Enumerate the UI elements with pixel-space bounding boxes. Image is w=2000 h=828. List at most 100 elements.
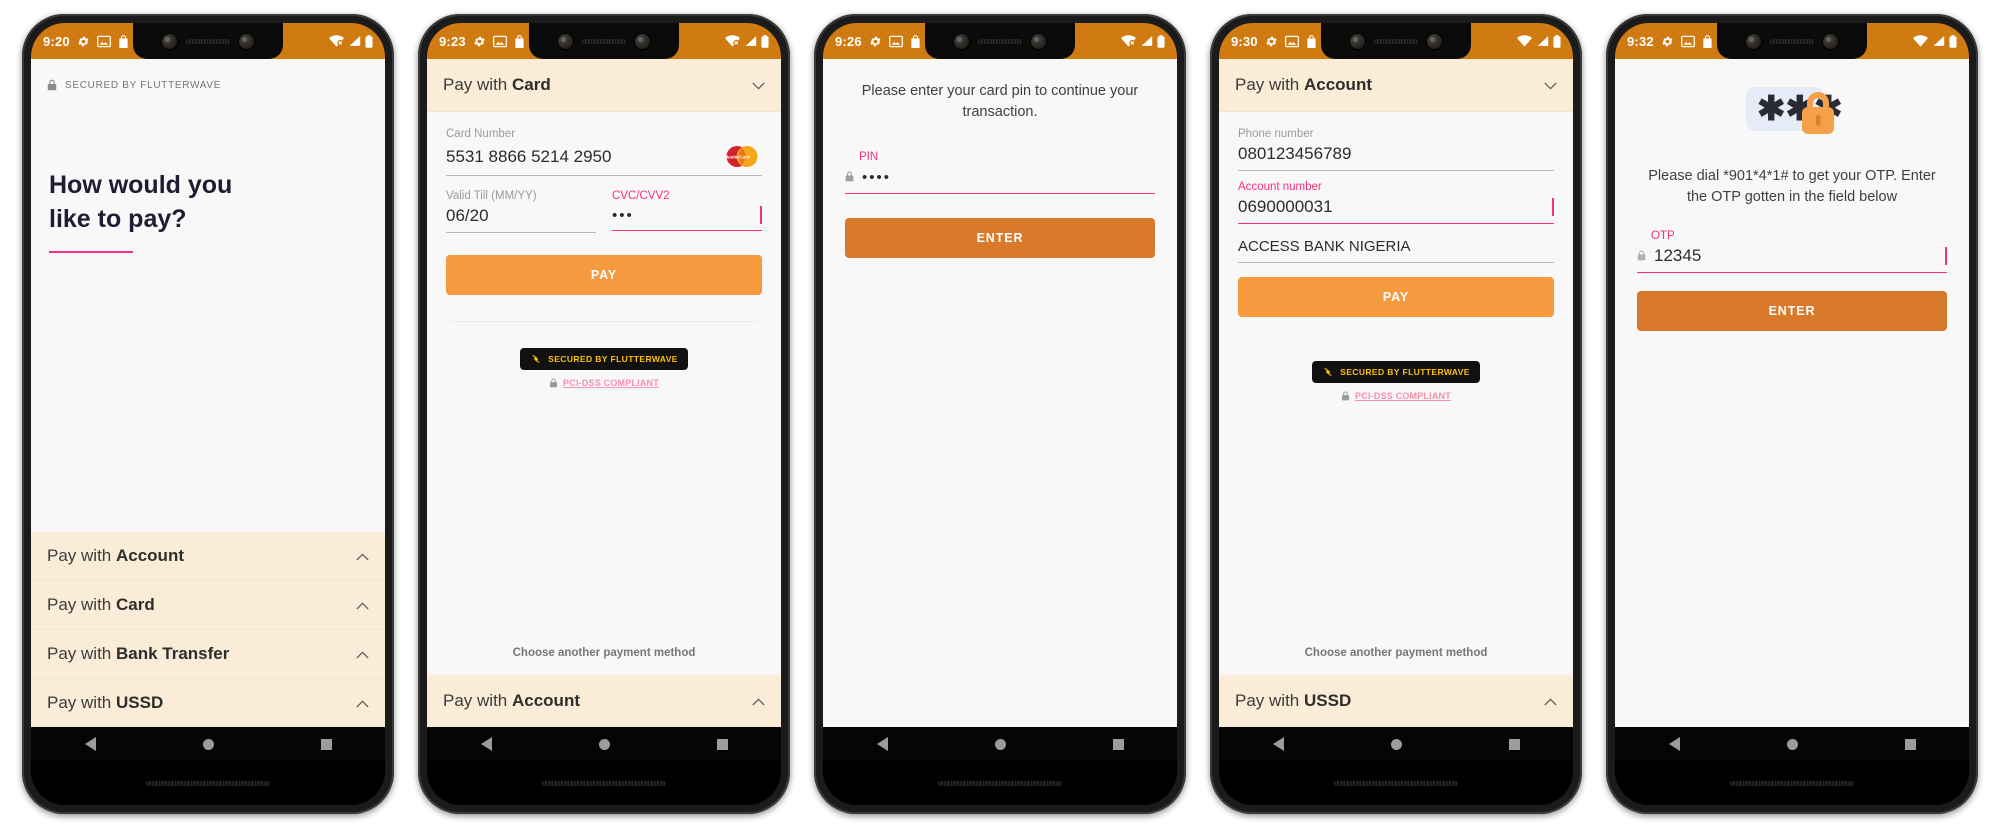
bottom-speaker-grille: [1334, 780, 1458, 786]
payment-option-label: Pay with Account: [47, 546, 184, 565]
phone-number-field[interactable]: Phone number 080123456789: [1238, 128, 1554, 171]
nav-back-icon[interactable]: [84, 737, 96, 751]
front-camera-secondary-icon: [1427, 33, 1442, 49]
phone-number-value: 080123456789: [1238, 144, 1352, 163]
screen-card-pin: Please enter your card pin to continue y…: [823, 59, 1177, 727]
phone-notch: [925, 23, 1075, 59]
android-nav-bar: [823, 727, 1177, 761]
otp-field[interactable]: OTP 12345: [1637, 230, 1947, 274]
valid-till-field[interactable]: Valid Till (MM/YY) 06/20: [446, 190, 596, 233]
nav-home-icon[interactable]: [1390, 738, 1402, 750]
nav-back-icon[interactable]: [480, 737, 492, 751]
signal-icon: [744, 35, 757, 47]
chevron-up-icon: [1544, 691, 1557, 711]
cvc-value: •••: [612, 206, 634, 224]
nav-recent-icon[interactable]: [1508, 738, 1520, 750]
card-number-field[interactable]: Card Number 5531 8866 5214 2950 MasterCa…: [446, 128, 762, 176]
phone-device-card-form: 9:23 Pay with Card Card Number 5531 8866…: [418, 14, 790, 814]
payment-option-ussd[interactable]: Pay with USSD: [31, 679, 385, 727]
earpiece-speaker: [1374, 38, 1418, 44]
shopping-bag-icon: [118, 34, 129, 48]
payment-option-account[interactable]: Pay with Account: [427, 675, 781, 727]
pay-button[interactable]: PAY: [1238, 277, 1554, 317]
status-time: 9:30: [1231, 33, 1258, 49]
nav-recent-icon[interactable]: [320, 738, 332, 750]
payment-option-ussd[interactable]: Pay with USSD: [1219, 675, 1573, 727]
nav-home-icon[interactable]: [994, 738, 1006, 750]
section-header-label: Pay with Card: [443, 75, 551, 94]
pci-label: PCI-DSS COMPLIANT: [563, 378, 659, 388]
status-time: 9:32: [1627, 33, 1654, 49]
shopping-bag-icon: [1702, 34, 1713, 48]
choose-another-payment-method[interactable]: Choose another payment method: [427, 633, 781, 675]
title-underline: [49, 250, 133, 253]
pin-field[interactable]: PIN ••••: [845, 151, 1155, 195]
battery-icon: [365, 34, 373, 48]
signal-icon: [1536, 35, 1549, 47]
mastercard-logo-icon: MasterCard: [722, 144, 762, 169]
front-camera-secondary-icon: [635, 33, 650, 49]
otp-form: OTP 12345 ENTER: [1615, 208, 1969, 332]
nav-recent-icon[interactable]: [716, 738, 728, 750]
text-caret: [1945, 247, 1947, 266]
wifi-icon: [329, 35, 344, 47]
chevron-up-icon: [752, 691, 765, 711]
account-number-field[interactable]: Account number 0690000031: [1238, 181, 1554, 224]
front-camera-icon: [1746, 33, 1761, 49]
nav-home-icon[interactable]: [202, 738, 214, 750]
phone-chin: [823, 761, 1177, 805]
nav-home-icon[interactable]: [598, 738, 610, 750]
nav-back-icon[interactable]: [1272, 737, 1284, 751]
android-nav-bar: [31, 727, 385, 761]
expiry-cvc-row: Valid Till (MM/YY) 06/20 CVC/CVV2 •••: [446, 190, 762, 247]
payment-option-card[interactable]: Pay with Card: [31, 581, 385, 630]
status-time: 9:26: [835, 33, 862, 49]
phone-notch: [1321, 23, 1471, 59]
nav-home-icon[interactable]: [1786, 738, 1798, 750]
enter-button[interactable]: ENTER: [845, 218, 1155, 259]
pci-dss-compliant-link[interactable]: PCI-DSS COMPLIANT: [1238, 391, 1554, 401]
phone-device-account-otp: 9:32 ✱✱✱ Please dial *901*4*1# to get yo…: [1606, 14, 1978, 814]
payment-option-label: Pay with Bank Transfer: [47, 644, 230, 663]
nav-back-icon[interactable]: [876, 737, 888, 751]
wifi-icon: [725, 35, 740, 47]
status-time: 9:20: [43, 33, 70, 49]
chevron-up-icon: [356, 595, 369, 615]
form-divider: [450, 321, 758, 322]
shopping-bag-icon: [910, 34, 921, 48]
pay-button[interactable]: PAY: [446, 255, 762, 295]
cvc-field[interactable]: CVC/CVV2 •••: [612, 190, 762, 233]
account-number-label: Account number: [1238, 181, 1322, 193]
enter-button[interactable]: ENTER: [1637, 291, 1947, 332]
front-camera-icon: [162, 33, 177, 49]
secured-by-flutterwave-badge: SECURED BY FLUTTERWAVE: [520, 348, 688, 370]
pin-prompt-text: Please enter your card pin to continue y…: [861, 83, 1139, 121]
earpiece-speaker: [1770, 38, 1814, 44]
account-number-value: 0690000031: [1238, 197, 1333, 216]
payment-option-account[interactable]: Pay with Account: [31, 532, 385, 581]
phone-device-card-pin: 9:26 Please enter your card pin to conti…: [814, 14, 1186, 814]
bank-name-value[interactable]: ACCESS BANK NIGERIA: [1238, 238, 1554, 263]
otp-illustration: ✱✱✱: [1615, 59, 1969, 150]
section-header-pay-with-account[interactable]: Pay with Account: [1219, 59, 1573, 112]
gear-icon: [473, 35, 486, 48]
front-camera-secondary-icon: [1823, 33, 1838, 49]
pci-dss-compliant-link[interactable]: PCI-DSS COMPLIANT: [446, 378, 762, 388]
front-camera-secondary-icon: [1031, 33, 1046, 49]
asterisks-padlock-icon: ✱✱✱: [1746, 87, 1842, 134]
otp-label: OTP: [1651, 230, 1675, 243]
choose-another-payment-method[interactable]: Choose another payment method: [1219, 633, 1573, 675]
signal-icon: [348, 35, 361, 47]
section-header-pay-with-card[interactable]: Pay with Card: [427, 59, 781, 112]
headline-line-1: How would you: [49, 171, 233, 199]
nav-recent-icon[interactable]: [1904, 738, 1916, 750]
nav-recent-icon[interactable]: [1112, 738, 1124, 750]
phone-screenshot-strip: 9:20 SECURED BY FLUTTERWAVE How would yo…: [0, 0, 2000, 828]
photo-icon: [1680, 35, 1695, 48]
section-header-label: Pay with Account: [1235, 75, 1372, 94]
shopping-bag-icon: [514, 34, 525, 48]
payment-option-bank-transfer[interactable]: Pay with Bank Transfer: [31, 630, 385, 679]
nav-back-icon[interactable]: [1668, 737, 1680, 751]
photo-icon: [492, 35, 507, 48]
pin-form: PIN •••• ENTER: [823, 123, 1177, 259]
